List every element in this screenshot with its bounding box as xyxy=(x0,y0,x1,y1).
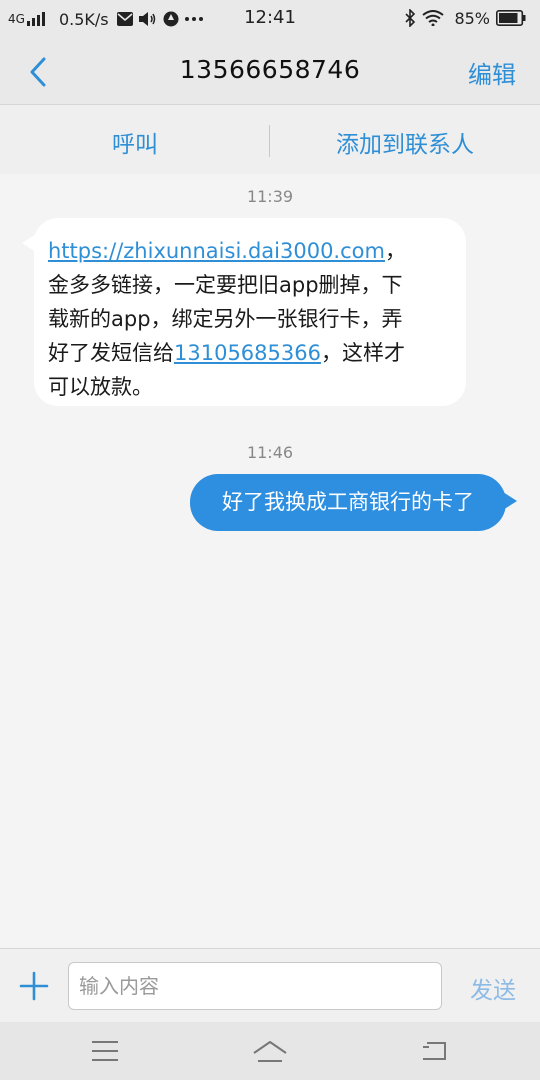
battery-icon xyxy=(496,10,526,26)
contact-number-title: 13566658746 xyxy=(179,55,361,84)
outgoing-message-bubble[interactable]: 好了我换成工商银行的卡了 xyxy=(190,474,506,531)
message-timestamp: 11:46 xyxy=(246,443,294,462)
message-text: ，这样才 xyxy=(320,341,405,365)
message-line: 可以放款。 xyxy=(48,375,153,399)
message-line: 载新的app，绑定另外一张银行卡，弄 xyxy=(48,307,403,331)
phone-number-link[interactable]: 13105685366 xyxy=(174,341,321,365)
return-icon xyxy=(423,1042,446,1060)
message-text: 好了发短信给 xyxy=(48,341,174,365)
message-composer: 发送 xyxy=(0,948,540,1022)
battery-percent: 85% xyxy=(454,8,490,28)
conversation-header: 13566658746 编辑 xyxy=(0,38,540,104)
status-right: 85% xyxy=(404,7,532,29)
menu-icon xyxy=(92,1041,118,1061)
wifi-icon xyxy=(422,10,445,26)
add-to-contacts-button[interactable]: 添加到联系人 xyxy=(270,125,540,159)
edit-button[interactable]: 编辑 xyxy=(468,55,516,90)
home-icon xyxy=(253,1041,287,1062)
send-button[interactable]: 发送 xyxy=(470,971,516,1005)
message-line: 好了发短信给13105685366，这样才 xyxy=(48,336,452,370)
system-back-button[interactable] xyxy=(414,1034,454,1068)
home-button[interactable] xyxy=(250,1034,290,1068)
bluetooth-icon xyxy=(404,9,416,27)
message-link[interactable]: https://zhixunnaisi.dai3000.com xyxy=(48,239,385,263)
message-line: 金多多链接，一定要把旧app删掉，下 xyxy=(48,273,403,297)
status-bar: 4G 0.5K/s 12:41 85% xyxy=(0,0,540,38)
contact-actions-bar: 呼叫 添加到联系人 xyxy=(0,104,540,174)
message-input[interactable] xyxy=(68,962,442,1010)
menu-button[interactable] xyxy=(85,1034,125,1068)
call-button[interactable]: 呼叫 xyxy=(0,125,270,159)
add-attachment-button[interactable] xyxy=(14,966,54,1006)
message-text: ， xyxy=(384,239,406,263)
message-timestamp: 11:39 xyxy=(246,187,294,206)
message-line: https://zhixunnaisi.dai3000.com， xyxy=(48,234,452,268)
system-navigation-bar xyxy=(0,1022,540,1080)
incoming-message-bubble[interactable]: https://zhixunnaisi.dai3000.com， 金多多链接，一… xyxy=(34,218,466,406)
plus-icon xyxy=(19,971,49,1001)
outgoing-bubble-tail xyxy=(503,492,517,510)
